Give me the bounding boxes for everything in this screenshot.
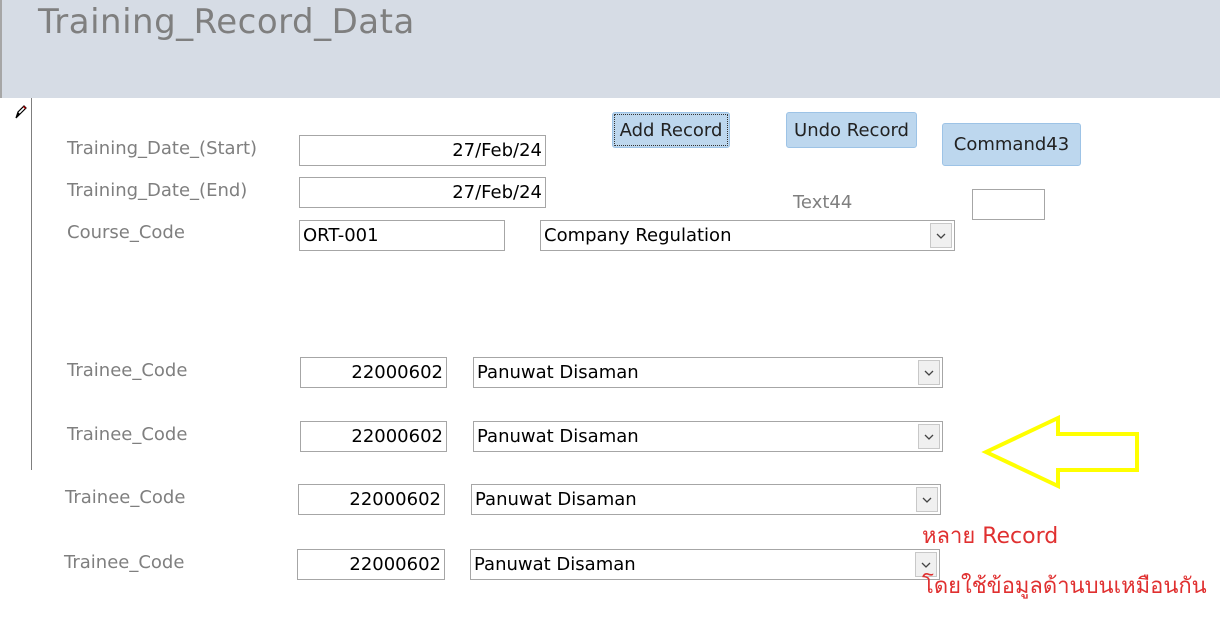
record-selector-bar[interactable] [0,98,32,470]
text44-label: Text44 [793,192,853,213]
trainee-code-input[interactable]: 22000602 [298,484,445,515]
trainee-code-input[interactable]: 22000602 [297,549,445,580]
trainee-name-value: Panuwat Disaman [475,489,637,510]
chevron-down-icon[interactable] [918,424,940,449]
trainee-name-value: Panuwat Disaman [477,362,639,383]
training-date-start-label: Training_Date_(Start) [67,138,258,159]
pencil-icon [15,105,27,119]
chevron-down-icon[interactable] [918,360,940,385]
yellow-arrow-icon [981,414,1139,490]
trainee-name-combo[interactable]: Panuwat Disaman [471,484,941,515]
trainee-name-combo[interactable]: Panuwat Disaman [473,357,943,388]
course-code-label: Course_Code [67,222,185,243]
annotation-note-line2: โดยใช้ข้อมูลด้านบนเหมือนกัน [922,574,1207,599]
course-name-combo[interactable]: Company Regulation [540,220,955,251]
chevron-down-icon[interactable] [916,487,938,512]
training-date-end-input[interactable]: 27/Feb/24 [299,177,546,208]
text44-input[interactable] [972,189,1045,220]
chevron-down-icon[interactable] [930,223,952,248]
training-date-end-label: Training_Date_(End) [67,180,248,201]
add-record-button[interactable]: Add Record [612,112,730,148]
trainee-code-label: Trainee_Code [64,552,185,573]
trainee-code-label: Trainee_Code [65,487,186,508]
trainee-code-input[interactable]: 22000602 [300,421,447,452]
course-code-input[interactable]: ORT-001 [299,220,505,251]
trainee-name-value: Panuwat Disaman [477,426,639,447]
course-name-value: Company Regulation [544,225,732,246]
trainee-name-combo[interactable]: Panuwat Disaman [470,549,940,580]
trainee-name-value: Panuwat Disaman [474,554,636,575]
annotation-note-line1: หลาย Record [922,524,1059,549]
trainee-code-label: Trainee_Code [67,360,188,381]
form-title: Training_Record_Data [38,2,415,42]
trainee-name-combo[interactable]: Panuwat Disaman [473,421,943,452]
trainee-code-input[interactable]: 22000602 [300,357,447,388]
form-header: Training_Record_Data [0,0,1220,98]
training-date-start-input[interactable]: 27/Feb/24 [299,135,546,166]
command43-button[interactable]: Command43 [942,123,1081,166]
trainee-code-label: Trainee_Code [67,424,188,445]
undo-record-button[interactable]: Undo Record [786,112,917,148]
